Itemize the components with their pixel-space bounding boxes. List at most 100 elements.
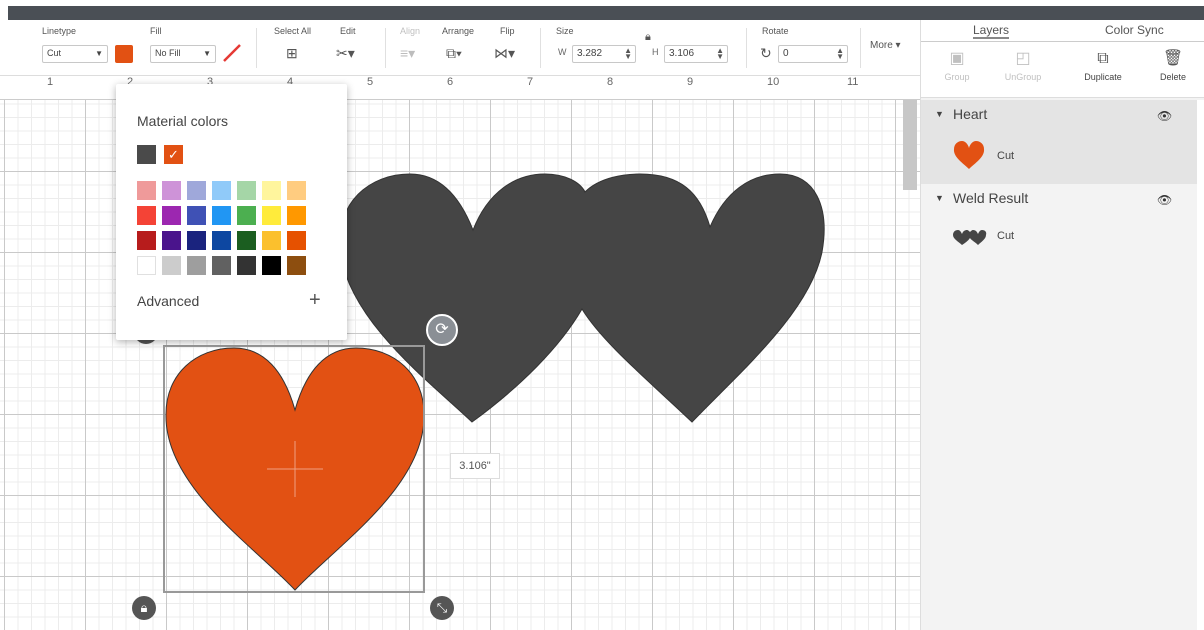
caret-down-icon[interactable]: ▼ bbox=[935, 109, 944, 119]
ungroup-label: UnGroup bbox=[1004, 72, 1042, 82]
app-header bbox=[0, 0, 1204, 20]
layer-header[interactable]: ▼ Weld Result 👁︎ bbox=[921, 184, 1197, 214]
panel-scrollbar[interactable] bbox=[1197, 100, 1204, 630]
resize-handle-icon[interactable]: ⤡ bbox=[430, 596, 454, 620]
ruler-number: 1 bbox=[47, 76, 54, 88]
advanced-option[interactable]: Advanced bbox=[137, 293, 199, 309]
ungroup-icon: ◰ bbox=[1015, 50, 1031, 67]
rotate-input[interactable]: 0 ▲ ▼ bbox=[778, 45, 848, 63]
color-swatch[interactable] bbox=[262, 181, 281, 200]
width-stepper-icon[interactable]: ▲ ▼ bbox=[624, 47, 632, 61]
flip-label: Flip bbox=[500, 26, 515, 36]
rotate-stepper-icon[interactable]: ▲ ▼ bbox=[836, 47, 844, 61]
height-label: H bbox=[652, 47, 659, 57]
color-swatch[interactable] bbox=[137, 231, 156, 250]
edit-toolbar: Linetype Cut ▼ Fill No Fill ▼ Select All… bbox=[0, 20, 920, 76]
color-swatch[interactable] bbox=[287, 231, 306, 250]
ruler-number: 6 bbox=[447, 76, 454, 88]
flip-icon[interactable]: ⋈▾ bbox=[494, 44, 515, 62]
linetype-color-swatch[interactable] bbox=[115, 45, 133, 63]
canvas-scrollbar[interactable] bbox=[903, 100, 917, 190]
height-stepper-icon[interactable]: ▲ ▼ bbox=[716, 47, 724, 61]
checkmark-icon[interactable]: ✓ bbox=[164, 145, 183, 164]
color-swatch[interactable] bbox=[187, 206, 206, 225]
color-swatch[interactable] bbox=[137, 256, 156, 275]
duplicate-button[interactable]: ⧉ Duplicate bbox=[1073, 46, 1133, 82]
layer-group-heart[interactable]: ▼ Heart 👁︎ Cut bbox=[921, 100, 1197, 184]
eye-icon[interactable]: 👁︎ bbox=[1157, 109, 1172, 123]
color-swatch[interactable] bbox=[212, 231, 231, 250]
fill-select[interactable]: No Fill ▼ bbox=[150, 45, 216, 63]
align-icon[interactable]: ≡▾ bbox=[400, 44, 415, 62]
color-swatch[interactable] bbox=[287, 206, 306, 225]
ungroup-button[interactable]: ◰ UnGroup bbox=[993, 46, 1053, 82]
linetype-select[interactable]: Cut ▼ bbox=[42, 45, 108, 63]
panel-actions: ▣ Group ◰ UnGroup ⧉ Duplicate 🗑︎ Delete bbox=[921, 42, 1204, 98]
height-dimension-label: 3.106" bbox=[450, 453, 500, 479]
height-input[interactable]: 3.106 ▲ ▼ bbox=[664, 45, 728, 63]
ruler-number: 11 bbox=[847, 76, 859, 88]
color-swatch[interactable] bbox=[212, 181, 231, 200]
color-swatch[interactable] bbox=[262, 231, 281, 250]
color-swatch[interactable] bbox=[262, 256, 281, 275]
color-swatch[interactable] bbox=[237, 181, 256, 200]
layer-item-label: Cut bbox=[997, 150, 1015, 162]
lock-handle-icon[interactable]: 🔒︎ bbox=[132, 596, 156, 620]
delete-button[interactable]: 🗑︎ Delete bbox=[1143, 46, 1203, 82]
layers-panel: Layers Color Sync ▣ Group ◰ UnGroup ⧉ Du… bbox=[920, 20, 1204, 630]
color-swatch[interactable] bbox=[187, 181, 206, 200]
group-icon: ▣ bbox=[949, 50, 965, 67]
ruler-number: 5 bbox=[367, 76, 374, 88]
arrange-icon[interactable]: ⧉▾ bbox=[446, 44, 462, 62]
duplicate-label: Duplicate bbox=[1084, 72, 1122, 82]
plus-icon[interactable]: + bbox=[309, 289, 321, 312]
selection-box[interactable] bbox=[163, 345, 425, 593]
group-button[interactable]: ▣ Group bbox=[927, 46, 987, 82]
delete-label: Delete bbox=[1159, 72, 1186, 82]
select-all-icon[interactable]: ⊞ bbox=[286, 44, 298, 62]
popup-title: Material colors bbox=[137, 113, 229, 129]
linetype-label: Linetype bbox=[42, 26, 77, 36]
lock-ratio-icon[interactable]: 🔒︎ bbox=[645, 28, 651, 46]
tab-color-sync[interactable]: Color Sync bbox=[1105, 23, 1164, 37]
color-swatch[interactable] bbox=[262, 206, 281, 225]
size-label: Size bbox=[556, 26, 574, 36]
color-swatch[interactable] bbox=[162, 206, 181, 225]
color-swatch[interactable] bbox=[137, 206, 156, 225]
color-swatch[interactable] bbox=[287, 256, 306, 275]
rotate-handle-icon[interactable]: ⟳ bbox=[426, 314, 458, 346]
color-swatch[interactable] bbox=[237, 206, 256, 225]
tab-layers[interactable]: Layers bbox=[973, 23, 1010, 39]
toolbar-divider bbox=[256, 28, 257, 68]
color-swatch[interactable] bbox=[137, 181, 156, 200]
chevron-down-icon: ▼ bbox=[203, 49, 211, 58]
color-swatch[interactable] bbox=[187, 231, 206, 250]
selected-color-swatch[interactable] bbox=[137, 145, 156, 164]
fill-value: No Fill bbox=[155, 48, 181, 58]
ruler-number: 8 bbox=[607, 76, 614, 88]
color-swatch[interactable] bbox=[187, 256, 206, 275]
color-swatch[interactable] bbox=[212, 256, 231, 275]
layer-header[interactable]: ▼ Heart 👁︎ bbox=[921, 100, 1197, 130]
panel-tabs: Layers Color Sync bbox=[921, 20, 1204, 42]
header-strip bbox=[8, 6, 1204, 20]
color-swatch[interactable] bbox=[162, 256, 181, 275]
color-swatch[interactable] bbox=[237, 256, 256, 275]
color-swatch[interactable] bbox=[162, 181, 181, 200]
color-swatch[interactable] bbox=[237, 231, 256, 250]
no-fill-icon[interactable] bbox=[221, 42, 243, 64]
toolbar-divider bbox=[540, 28, 541, 68]
color-swatch[interactable] bbox=[287, 181, 306, 200]
toolbar-divider bbox=[385, 28, 386, 68]
eye-icon[interactable]: 👁︎ bbox=[1157, 193, 1172, 207]
edit-scissors-icon[interactable]: ✂▾ bbox=[336, 44, 355, 62]
more-button[interactable]: More ▾ bbox=[870, 40, 901, 51]
group-label: Group bbox=[944, 72, 970, 82]
fill-label: Fill bbox=[150, 26, 162, 36]
caret-down-icon[interactable]: ▼ bbox=[935, 193, 944, 203]
width-input[interactable]: 3.282 ▲ ▼ bbox=[572, 45, 636, 63]
color-swatch[interactable] bbox=[212, 206, 231, 225]
color-swatch[interactable] bbox=[162, 231, 181, 250]
width-label: W bbox=[558, 47, 567, 57]
layer-group-weld-result[interactable]: ▼ Weld Result 👁︎ Cut bbox=[921, 184, 1197, 268]
